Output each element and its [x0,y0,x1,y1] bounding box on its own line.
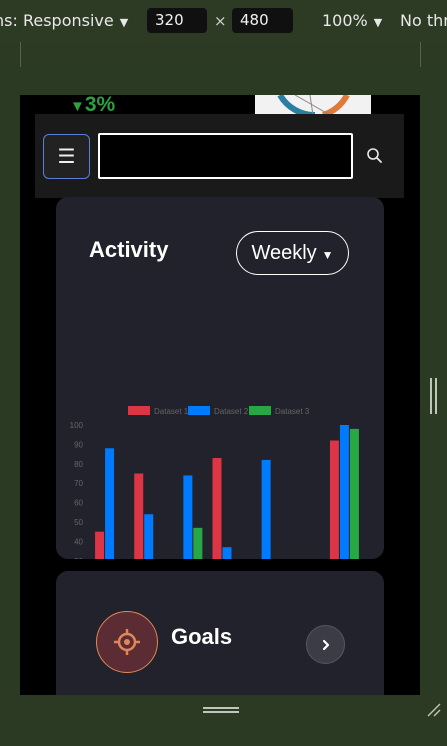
throttle-label: No thr [400,11,447,30]
viewport-margin [0,67,447,95]
device-dimensions-label: ns: Responsive [0,11,114,30]
zoom-select[interactable]: 100% ▼ [322,11,382,30]
chart-bar [144,514,154,559]
chart-bar [134,473,144,559]
chart-bar [95,531,105,559]
triangle-down-icon: ▼ [70,98,85,115]
menu-toggle-button[interactable]: ☰ [43,134,90,179]
y-tick-label: 60 [74,499,83,508]
legend-label: Dataset 3 [275,407,310,416]
chevron-right-icon [322,639,329,650]
viewport-bottom-resize-handle[interactable] [0,695,447,722]
chart-bar [261,459,271,559]
activity-bar-chart: Dataset 1Dataset 2Dataset 30102030405060… [70,406,359,559]
media-query-ruler [0,42,447,68]
devtools-toolbar: ns: Responsive ▼ 320 × 480 100% ▼ No thr [0,0,447,43]
goals-card: Goals [56,571,384,695]
chart-bar [339,425,349,559]
goals-next-button[interactable] [306,625,345,664]
caret-down-icon: ▼ [119,16,129,29]
legend-swatch [188,406,210,415]
y-tick-label: 100 [70,421,84,430]
throttle-select[interactable]: No thr [400,11,447,30]
target-icon [114,629,140,655]
caret-down-icon: ▼ [373,16,383,29]
chart-bar [212,457,222,559]
y-tick-label: 50 [74,518,83,527]
goals-icon-badge [96,611,158,673]
chart-bar [193,527,203,559]
y-tick-label: 70 [74,479,83,488]
hamburger-icon: ☰ [57,146,76,168]
chart-bar [222,547,232,559]
legend-swatch [128,406,150,415]
device-viewport: ▼3% ☰ Activity Weekly ▼ Dataset 1 Dataset … [20,95,420,695]
grip-icon [203,707,239,709]
peek-change-value: 3% [84,95,116,116]
y-tick-label: 80 [74,460,83,469]
y-tick-label: 30 [74,557,83,559]
chart-bar [329,440,339,559]
search-icon[interactable] [363,144,387,168]
peek-ring-icon [277,95,350,115]
y-tick-label: 40 [74,537,83,546]
legend-swatch [249,406,271,415]
goals-title: Goals [171,624,233,649]
times-separator: × [214,12,227,30]
legend-label: Dataset 2 [214,407,249,416]
search-input[interactable] [98,133,353,179]
legend-label: Dataset 1 [154,407,189,416]
height-input[interactable]: 480 [232,8,293,33]
chart-bar [349,428,359,559]
chart-bar [183,475,193,559]
navbar: ☰ [35,114,404,198]
device-dimensions-select[interactable]: ns: Responsive ▼ [0,11,128,30]
activity-card: Activity Weekly ▼ Dataset 1 Dataset 2 Datas… [56,197,384,559]
width-input[interactable]: 320 [147,8,207,33]
y-tick-label: 90 [74,440,83,449]
zoom-label: 100% [322,11,368,30]
chart-bar [105,448,115,559]
corner-resize-icon[interactable] [424,700,442,718]
peek-chart-image [255,95,371,115]
viewport-side-resize-handle[interactable] [430,378,438,414]
